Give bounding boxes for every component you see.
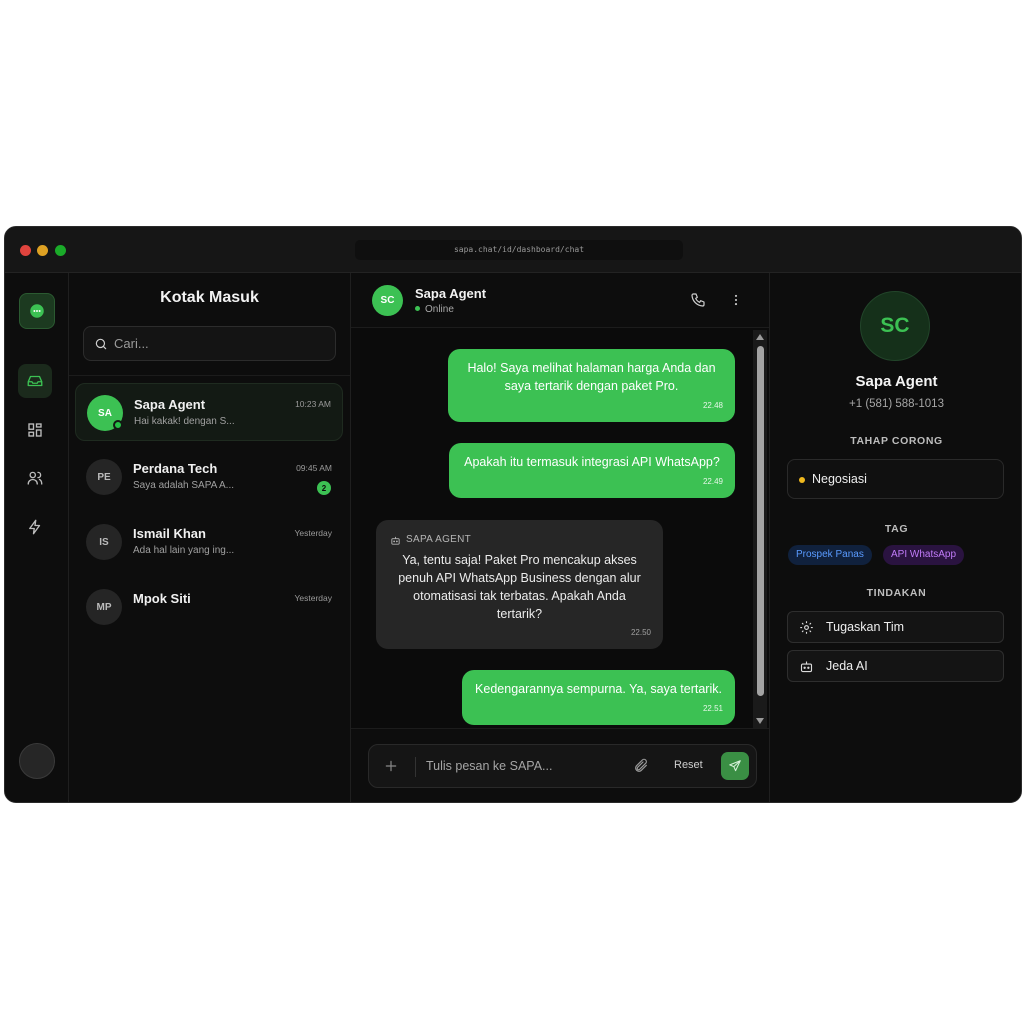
conversation-name: Ismail Khan bbox=[133, 526, 206, 541]
contact-details-panel: SC Sapa Agent +1 (581) 588-1013 TAHAP CO… bbox=[769, 273, 1021, 802]
users-icon bbox=[27, 471, 43, 485]
user-avatar[interactable] bbox=[19, 743, 55, 779]
list-divider bbox=[69, 375, 350, 376]
chat-header: SC Sapa Agent Online bbox=[351, 273, 769, 328]
pause-ai-label: Jeda AI bbox=[826, 659, 868, 673]
message-bubble: SAPA AGENT Ya, tentu saja! Paket Pro men… bbox=[376, 520, 663, 649]
conversation-preview: Hai kakak! dengan S... bbox=[134, 416, 235, 427]
composer-area: Reset bbox=[351, 728, 769, 802]
message-text: Ya, tentu saja! Paket Pro mencakup akses… bbox=[398, 553, 641, 621]
message-bubble: Apakah itu termasuk integrasi API WhatsA… bbox=[449, 443, 735, 498]
plus-icon[interactable] bbox=[383, 758, 399, 774]
conversation-name: Mpok Siti bbox=[133, 591, 191, 606]
more-vertical-icon[interactable] bbox=[729, 292, 743, 308]
search-box[interactable] bbox=[83, 326, 336, 361]
search-input[interactable] bbox=[114, 327, 329, 360]
sidebar-rail bbox=[5, 273, 69, 802]
contact-name: Sapa Agent bbox=[855, 373, 938, 390]
message-input[interactable] bbox=[426, 745, 626, 787]
paperclip-icon[interactable] bbox=[633, 758, 649, 774]
stage-status-dot bbox=[799, 477, 805, 483]
bolt-icon bbox=[29, 519, 41, 535]
unread-badge: 2 bbox=[317, 481, 331, 495]
tags-label: TAG bbox=[884, 523, 909, 535]
nav-automation[interactable] bbox=[18, 510, 52, 544]
message-bubble: Kedengarannya sempurna. Ya, saya tertari… bbox=[462, 670, 735, 725]
message-text: Apakah itu termasuk integrasi API WhatsA… bbox=[464, 455, 720, 469]
avatar: SC bbox=[372, 285, 403, 316]
online-indicator bbox=[415, 305, 420, 311]
composer-divider bbox=[415, 757, 416, 777]
message-text: Kedengarannya sempurna. Ya, saya tertari… bbox=[475, 682, 722, 696]
send-icon bbox=[729, 760, 741, 772]
bot-icon bbox=[800, 661, 813, 673]
nav-dashboard[interactable] bbox=[18, 413, 52, 447]
actions-label: TINDAKAN bbox=[866, 587, 927, 599]
bot-icon bbox=[391, 536, 400, 545]
scroll-up-arrow[interactable] bbox=[756, 334, 764, 340]
nav-contacts[interactable] bbox=[18, 461, 52, 495]
maximize-window-button[interactable] bbox=[55, 245, 66, 256]
grid-icon bbox=[28, 423, 42, 437]
send-button[interactable] bbox=[721, 752, 749, 780]
conversation-time: 09:45 AM bbox=[296, 463, 332, 473]
message-time: 22.51 bbox=[702, 704, 723, 713]
chat-scrollbar[interactable] bbox=[753, 330, 767, 728]
funnel-stage-select[interactable]: Negosiasi bbox=[787, 459, 1004, 499]
tag-chip[interactable]: Prospek Panas bbox=[788, 545, 872, 565]
message-sender: SAPA AGENT bbox=[390, 531, 471, 549]
conversation-name: Sapa Agent bbox=[134, 397, 206, 412]
chat-status-text: Online bbox=[425, 304, 454, 315]
assign-team-button[interactable]: Tugaskan Tim bbox=[787, 611, 1004, 643]
conversation-preview: Ada hal lain yang ing... bbox=[133, 545, 235, 556]
inbox-icon bbox=[27, 375, 43, 387]
app-window: sapa.chat/id/dashboard/chat Kotak Masuk … bbox=[4, 226, 1022, 803]
message-time: 22.49 bbox=[702, 477, 723, 486]
close-window-button[interactable] bbox=[20, 245, 31, 256]
conversation-time: Yesterday bbox=[294, 528, 333, 538]
avatar: MP bbox=[86, 589, 122, 625]
contact-phone: +1 (581) 588-1013 bbox=[849, 398, 944, 410]
assign-team-label: Tugaskan Tim bbox=[826, 620, 905, 634]
chat-panel: SC Sapa Agent Online Halo! Saya melihat … bbox=[351, 273, 769, 802]
conversation-list: Kotak Masuk SA Sapa Agent 10:23 AM Hai k… bbox=[69, 273, 351, 802]
chat-contact-name: Sapa Agent bbox=[415, 286, 487, 301]
conversation-time: 10:23 AM bbox=[295, 399, 331, 409]
minimize-window-button[interactable] bbox=[37, 245, 48, 256]
inbox-title: Kotak Masuk bbox=[160, 289, 259, 306]
message-time: 22.48 bbox=[702, 401, 723, 410]
message-time: 22.50 bbox=[630, 628, 651, 637]
message-composer: Reset bbox=[368, 744, 757, 788]
browser-titlebar: sapa.chat/id/dashboard/chat bbox=[5, 227, 1021, 273]
scroll-thumb[interactable] bbox=[757, 346, 764, 696]
message-text: Halo! Saya melihat halaman harga Anda da… bbox=[467, 361, 716, 393]
pause-ai-button[interactable]: Jeda AI bbox=[787, 650, 1004, 682]
search-icon bbox=[95, 338, 107, 350]
conversation-preview: Saya adalah SAPA A... bbox=[133, 480, 234, 491]
conversation-item[interactable]: MP Mpok Siti Yesterday bbox=[75, 578, 343, 636]
online-indicator bbox=[113, 420, 123, 430]
conversation-item[interactable]: IS Ismail Khan Yesterday Ada hal lain ya… bbox=[75, 513, 343, 571]
avatar: PE bbox=[86, 459, 122, 495]
nav-inbox[interactable] bbox=[18, 364, 52, 398]
chat-logo-icon bbox=[30, 304, 44, 318]
gear-icon bbox=[800, 621, 813, 634]
tag-chip[interactable]: API WhatsApp bbox=[883, 545, 965, 565]
message-bubble: Halo! Saya melihat halaman harga Anda da… bbox=[448, 349, 735, 422]
funnel-stage-label: TAHAP CORONG bbox=[850, 435, 943, 447]
address-bar[interactable]: sapa.chat/id/dashboard/chat bbox=[355, 240, 683, 260]
conversation-time: Yesterday bbox=[294, 593, 333, 603]
app-logo[interactable] bbox=[19, 293, 55, 329]
conversation-item[interactable]: SA Sapa Agent 10:23 AM Hai kakak! dengan… bbox=[75, 383, 343, 441]
funnel-stage-value: Negosiasi bbox=[812, 472, 867, 486]
conversation-item[interactable]: PE Perdana Tech 09:45 AM Saya adalah SAP… bbox=[75, 448, 343, 506]
chat-status: Online bbox=[415, 304, 454, 315]
contact-avatar: SC bbox=[860, 291, 930, 361]
reset-button[interactable]: Reset bbox=[674, 759, 703, 771]
conversation-name: Perdana Tech bbox=[133, 461, 218, 476]
scroll-down-arrow[interactable] bbox=[756, 718, 764, 724]
phone-icon[interactable] bbox=[690, 292, 706, 308]
message-sender-label: SAPA AGENT bbox=[406, 534, 472, 545]
avatar: IS bbox=[86, 524, 122, 560]
